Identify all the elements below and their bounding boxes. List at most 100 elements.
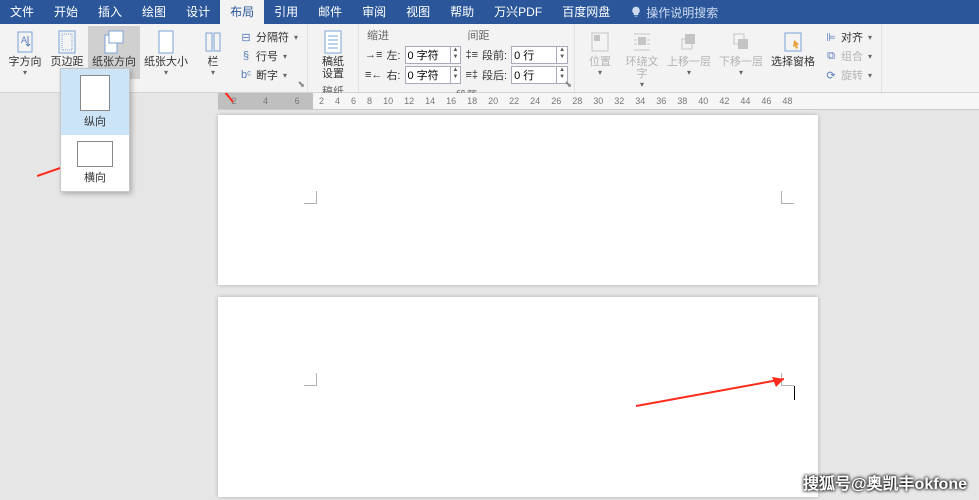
backward-icon (729, 28, 753, 56)
margin-corner-icon (304, 191, 317, 204)
indent-left-label: 左: (386, 47, 400, 63)
orientation-portrait-item[interactable]: 纵向 (61, 69, 129, 135)
columns-icon (201, 28, 225, 56)
margins-icon (55, 28, 79, 56)
spin-down[interactable]: ▼ (451, 54, 461, 61)
portrait-label: 纵向 (84, 113, 106, 129)
manuscript-settings-button[interactable]: 稿纸 设置 (312, 26, 354, 82)
spin-up[interactable]: ▲ (451, 67, 461, 74)
tab-bar: 文件 开始 插入 绘图 设计 布局 引用 邮件 审阅 视图 帮助 万兴PDF 百… (0, 0, 979, 24)
watermark-text: 搜狐号@奥凯丰okfone (803, 470, 967, 494)
tab-file[interactable]: 文件 (0, 0, 44, 24)
rotate-icon: ⟳ (824, 68, 838, 82)
spin-up[interactable]: ▲ (451, 47, 461, 54)
tab-mailings[interactable]: 邮件 (308, 0, 352, 24)
wrap-text-button: 环绕文 字▾ (621, 26, 663, 91)
position-button: 位置▾ (579, 26, 621, 79)
space-before-input[interactable] (512, 47, 556, 63)
margin-corner-icon (781, 373, 794, 386)
text-direction-label: 字方向 (9, 56, 42, 68)
selection-pane-button[interactable]: 选择窗格 (767, 26, 819, 70)
landscape-icon (77, 141, 113, 167)
orientation-icon (102, 28, 126, 56)
margins-label: 页边距 (51, 56, 84, 68)
line-numbers-icon: § (239, 49, 253, 63)
manuscript-icon (321, 28, 345, 56)
breaks-button[interactable]: ⊟分隔符▾ (236, 28, 301, 46)
tab-wxpdf[interactable]: 万兴PDF (484, 0, 552, 24)
space-after-spin[interactable]: ▲▼ (511, 66, 568, 84)
space-after-label: 段后: (482, 67, 507, 83)
space-before-spin[interactable]: ▲▼ (511, 46, 568, 64)
spin-up[interactable]: ▲ (557, 47, 567, 54)
space-before-icon: ‡≡ (465, 49, 478, 61)
space-after-input[interactable] (512, 67, 556, 83)
svg-text:A: A (21, 35, 27, 45)
text-direction-button[interactable]: A 字方向▾ (4, 26, 46, 79)
hyphenation-button[interactable]: bᶜ断字▾ (236, 66, 301, 84)
columns-label: 栏 (208, 56, 219, 68)
spin-down[interactable]: ▼ (557, 54, 567, 61)
indent-right-icon: ≡← (365, 69, 382, 81)
indent-right-label: 右: (386, 67, 400, 83)
group-button: ⧉组合▾ (821, 47, 875, 65)
lightbulb-icon (630, 6, 642, 18)
portrait-icon (80, 75, 110, 111)
spin-down[interactable]: ▼ (451, 74, 461, 81)
space-after-icon: ≡‡ (465, 69, 478, 81)
group-page-setup: A 字方向▾ 页边距▾ 纸张方向▾ 纸张大小▾ (0, 24, 308, 92)
tab-insert[interactable]: 插入 (88, 0, 132, 24)
indent-right-input[interactable] (406, 67, 450, 83)
size-label: 纸张大小 (144, 56, 188, 68)
tab-design[interactable]: 设计 (176, 0, 220, 24)
page-setup-launcher[interactable]: ⬊ (297, 79, 305, 90)
indent-left-spin[interactable]: ▲▼ (405, 46, 462, 64)
text-cursor (794, 386, 795, 400)
size-button[interactable]: 纸张大小▾ (140, 26, 192, 79)
selection-pane-icon (781, 28, 805, 56)
breaks-icon: ⊟ (239, 30, 253, 44)
document-page-1[interactable] (218, 115, 818, 285)
indent-right-spin[interactable]: ▲▼ (405, 66, 462, 84)
document-page-2[interactable] (218, 297, 818, 497)
landscape-label: 横向 (84, 169, 106, 185)
orientation-label: 纸张方向 (92, 56, 136, 68)
send-backward-button: 下移一层▾ (715, 26, 767, 79)
forward-icon (677, 28, 701, 56)
group-arrange: 位置▾ 环绕文 字▾ 上移一层▾ 下移一层▾ 选择窗格 ⊫对齐▾ ⧉组合▾ (575, 24, 882, 92)
align-button[interactable]: ⊫对齐▾ (821, 28, 875, 46)
spin-up[interactable]: ▲ (557, 67, 567, 74)
workspace: 246 246810121416182022242628303234363840… (0, 93, 979, 500)
ribbon: A 字方向▾ 页边距▾ 纸张方向▾ 纸张大小▾ (0, 24, 979, 93)
space-before-label: 段前: (482, 47, 507, 63)
hyphenation-icon: bᶜ (239, 68, 253, 82)
page-size-icon (154, 28, 178, 56)
line-numbers-button[interactable]: §行号▾ (236, 47, 301, 65)
position-icon (588, 28, 612, 56)
group-manuscript: 稿纸 设置 稿纸 (308, 24, 359, 92)
columns-button[interactable]: 栏▾ (192, 26, 234, 79)
tab-review[interactable]: 审阅 (352, 0, 396, 24)
margin-corner-icon (781, 191, 794, 204)
horizontal-ruler[interactable]: 246 246810121416182022242628303234363840… (218, 93, 979, 110)
group-paragraph: 缩进 →≡ 左: ▲▼ ≡← 右: ▲▼ 间距 ‡≡ 段前: ▲▼ ≡‡ 段后: (359, 24, 575, 92)
tab-draw[interactable]: 绘图 (132, 0, 176, 24)
tab-home[interactable]: 开始 (44, 0, 88, 24)
rotate-button: ⟳旋转▾ (821, 66, 875, 84)
tell-me-label: 操作说明搜索 (646, 4, 718, 21)
manuscript-label: 稿纸 设置 (322, 56, 344, 80)
tab-baidu[interactable]: 百度网盘 (552, 0, 620, 24)
indent-left-input[interactable] (406, 47, 450, 63)
tell-me-search[interactable]: 操作说明搜索 (630, 4, 718, 21)
text-direction-icon: A (13, 28, 37, 56)
bring-forward-button: 上移一层▾ (663, 26, 715, 79)
tab-view[interactable]: 视图 (396, 0, 440, 24)
group-icon: ⧉ (824, 49, 838, 63)
paragraph-launcher[interactable]: ⬊ (564, 79, 572, 90)
indent-left-icon: →≡ (365, 49, 382, 61)
tab-references[interactable]: 引用 (264, 0, 308, 24)
spacing-heading: 间距 (463, 26, 570, 44)
tab-help[interactable]: 帮助 (440, 0, 484, 24)
tab-layout[interactable]: 布局 (220, 0, 264, 24)
orientation-landscape-item[interactable]: 横向 (61, 135, 129, 191)
